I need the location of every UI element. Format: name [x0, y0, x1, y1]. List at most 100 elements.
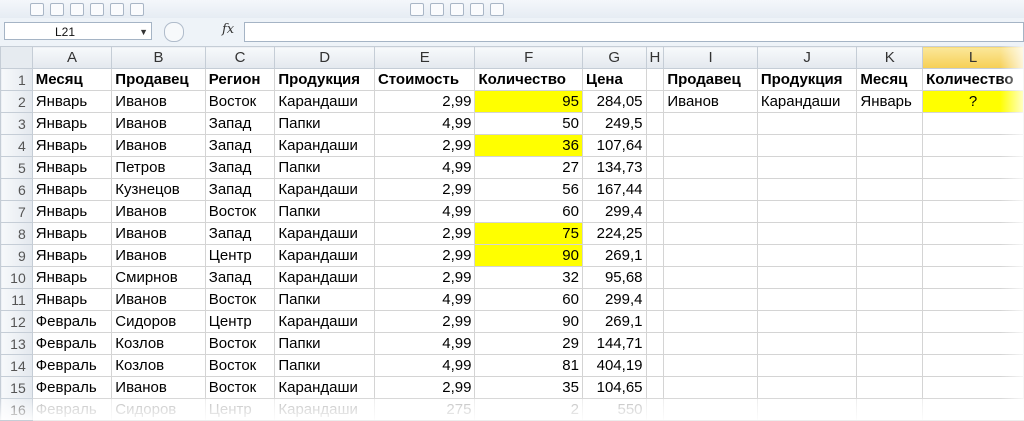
- row-header[interactable]: 13: [0, 332, 33, 355]
- cell-e9[interactable]: 2,99: [373, 244, 476, 267]
- cell-c16[interactable]: Центр: [204, 398, 276, 421]
- cell-d16[interactable]: Карандаши: [274, 398, 375, 421]
- row-header[interactable]: 1: [0, 68, 33, 91]
- cell-d1[interactable]: Продукция: [274, 68, 375, 91]
- cell-f15[interactable]: 35: [474, 376, 583, 399]
- cell-j15[interactable]: [756, 376, 858, 399]
- cell-k10[interactable]: [856, 266, 924, 289]
- cell-b7[interactable]: Иванов: [111, 200, 206, 223]
- cell-g1[interactable]: Цена: [581, 68, 647, 91]
- cell-l5[interactable]: [922, 156, 1024, 179]
- cell-l11[interactable]: [922, 288, 1024, 311]
- cell-i10[interactable]: [663, 266, 758, 289]
- cell-i14[interactable]: [663, 354, 758, 377]
- cell-l1[interactable]: Количество: [922, 68, 1024, 91]
- cell-k6[interactable]: [856, 178, 924, 201]
- column-header-j[interactable]: J: [756, 46, 858, 69]
- cell-c15[interactable]: Восток: [204, 376, 276, 399]
- filter-icon[interactable]: [410, 3, 424, 16]
- name-box[interactable]: L21 ▼: [4, 22, 152, 40]
- cell-d15[interactable]: Карандаши: [274, 376, 375, 399]
- cell-f10[interactable]: 32: [474, 266, 583, 289]
- cell-c9[interactable]: Центр: [204, 244, 276, 267]
- cell-d6[interactable]: Карандаши: [274, 178, 375, 201]
- cell-e8[interactable]: 2,99: [373, 222, 476, 245]
- cell-k4[interactable]: [856, 134, 924, 157]
- cell-h16[interactable]: [645, 398, 665, 421]
- cell-j9[interactable]: [756, 244, 858, 267]
- cell-a3[interactable]: Январь: [31, 112, 113, 135]
- cell-g12[interactable]: 269,1: [581, 310, 647, 333]
- insert-function-icon[interactable]: fx: [222, 22, 234, 37]
- cell-i3[interactable]: [663, 112, 758, 135]
- cell-l7[interactable]: [922, 200, 1024, 223]
- cell-h12[interactable]: [645, 310, 665, 333]
- cell-h2[interactable]: [645, 90, 665, 113]
- cell-c4[interactable]: Запад: [204, 134, 276, 157]
- cell-h13[interactable]: [645, 332, 665, 355]
- cell-h5[interactable]: [645, 156, 665, 179]
- column-header-b[interactable]: B: [111, 46, 206, 69]
- cell-k9[interactable]: [856, 244, 924, 267]
- cell-f6[interactable]: 56: [474, 178, 583, 201]
- cell-b12[interactable]: Сидоров: [111, 310, 206, 333]
- cell-j11[interactable]: [756, 288, 858, 311]
- cell-f1[interactable]: Количество: [474, 68, 583, 91]
- cell-g9[interactable]: 269,1: [581, 244, 647, 267]
- cell-e1[interactable]: Стоимость: [373, 68, 476, 91]
- format-icon[interactable]: [470, 3, 484, 16]
- cell-e5[interactable]: 4,99: [373, 156, 476, 179]
- cell-j13[interactable]: [756, 332, 858, 355]
- cell-j5[interactable]: [756, 156, 858, 179]
- cell-k8[interactable]: [856, 222, 924, 245]
- cell-f14[interactable]: 81: [474, 354, 583, 377]
- cell-j4[interactable]: [756, 134, 858, 157]
- cell-h4[interactable]: [645, 134, 665, 157]
- cell-h6[interactable]: [645, 178, 665, 201]
- cell-f5[interactable]: 27: [474, 156, 583, 179]
- cell-c2[interactable]: Восток: [204, 90, 276, 113]
- cell-a9[interactable]: Январь: [31, 244, 113, 267]
- row-header[interactable]: 10: [0, 266, 33, 289]
- row-header[interactable]: 4: [0, 134, 33, 157]
- cell-j6[interactable]: [756, 178, 858, 201]
- cell-l6[interactable]: [922, 178, 1024, 201]
- cell-d4[interactable]: Карандаши: [274, 134, 375, 157]
- row-header[interactable]: 6: [0, 178, 33, 201]
- cell-e7[interactable]: 4,99: [373, 200, 476, 223]
- cell-e16[interactable]: 275: [373, 398, 476, 421]
- cell-d14[interactable]: Папки: [274, 354, 375, 377]
- cell-a5[interactable]: Январь: [31, 156, 113, 179]
- cell-h15[interactable]: [645, 376, 665, 399]
- cell-g6[interactable]: 167,44: [581, 178, 647, 201]
- row-header[interactable]: 5: [0, 156, 33, 179]
- cell-c10[interactable]: Запад: [204, 266, 276, 289]
- column-header-h[interactable]: H: [645, 46, 665, 69]
- cell-d8[interactable]: Карандаши: [274, 222, 375, 245]
- cell-h10[interactable]: [645, 266, 665, 289]
- cell-c12[interactable]: Центр: [204, 310, 276, 333]
- cell-e4[interactable]: 2,99: [373, 134, 476, 157]
- cell-c8[interactable]: Запад: [204, 222, 276, 245]
- cell-k15[interactable]: [856, 376, 924, 399]
- cell-b1[interactable]: Продавец: [111, 68, 206, 91]
- toolbar-buttons-left[interactable]: [30, 3, 144, 16]
- redo-icon[interactable]: [70, 3, 84, 16]
- cell-d3[interactable]: Папки: [274, 112, 375, 135]
- formula-input[interactable]: [244, 22, 1024, 42]
- cell-k7[interactable]: [856, 200, 924, 223]
- cell-i12[interactable]: [663, 310, 758, 333]
- cell-d2[interactable]: Карандаши: [274, 90, 375, 113]
- cell-k3[interactable]: [856, 112, 924, 135]
- cell-h1[interactable]: [645, 68, 665, 91]
- cell-a8[interactable]: Январь: [31, 222, 113, 245]
- cell-g13[interactable]: 144,71: [581, 332, 647, 355]
- cell-f8[interactable]: 75: [474, 222, 583, 245]
- cell-i16[interactable]: [663, 398, 758, 421]
- cell-g3[interactable]: 249,5: [581, 112, 647, 135]
- cell-e11[interactable]: 4,99: [373, 288, 476, 311]
- cell-b8[interactable]: Иванов: [111, 222, 206, 245]
- cell-j1[interactable]: Продукция: [756, 68, 858, 91]
- expand-button[interactable]: [164, 22, 184, 42]
- cell-a1[interactable]: Месяц: [31, 68, 113, 91]
